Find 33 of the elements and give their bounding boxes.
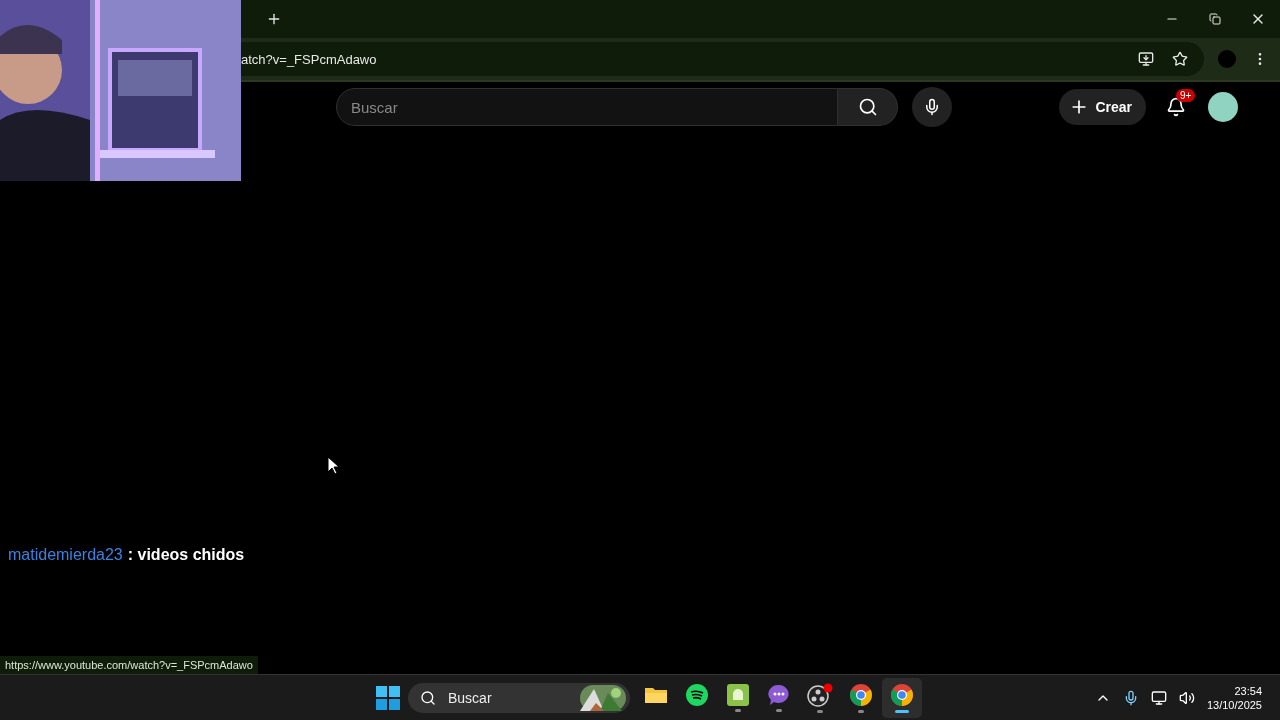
avatar[interactable] xyxy=(1208,92,1238,122)
chat-username: matidemierda23 xyxy=(8,546,123,564)
notification-count: 9+ xyxy=(1176,89,1196,102)
taskbar-search-bar[interactable]: Buscar xyxy=(408,682,630,713)
windows-start-icon[interactable] xyxy=(376,685,400,710)
cursor-icon xyxy=(327,456,340,475)
android-icon xyxy=(727,683,749,706)
restore-icon xyxy=(1209,13,1221,25)
bell-icon xyxy=(1166,97,1186,117)
chat-message: : videos chidos xyxy=(127,546,245,564)
network-icon[interactable] xyxy=(1150,689,1167,706)
search-icon xyxy=(857,97,878,117)
search-field[interactable]: Buscar xyxy=(336,88,838,126)
address-bar[interactable]: atch?v=_FSPcmAdawo xyxy=(240,42,1204,76)
speech-bubble-icon xyxy=(768,683,790,706)
status-url: https://www.youtube.com/watch?v=_FSPcmAdawo xyxy=(0,656,258,674)
create-button[interactable]: Crear xyxy=(1059,89,1146,125)
microphone-icon xyxy=(923,98,941,116)
clock-date[interactable]: 13/10/2025 xyxy=(1206,698,1262,711)
chrome-icon xyxy=(849,682,873,707)
search-icon xyxy=(420,689,436,706)
record-app-icon xyxy=(807,682,833,707)
taskbar-search-field[interactable]: Buscar xyxy=(446,688,550,707)
search-button[interactable] xyxy=(838,88,898,126)
spotify-icon xyxy=(686,683,708,706)
taskbar-app-button[interactable] xyxy=(882,677,922,718)
plus-icon xyxy=(266,11,282,27)
chrome-icon xyxy=(890,682,914,707)
notifications-button[interactable]: 9+ xyxy=(1156,87,1196,127)
address-url: atch?v=_FSPcmAdawo xyxy=(241,51,377,67)
volume-icon[interactable] xyxy=(1178,689,1195,706)
voice-search-button[interactable] xyxy=(912,87,952,127)
clock-time[interactable]: 23:54 xyxy=(1234,684,1262,697)
